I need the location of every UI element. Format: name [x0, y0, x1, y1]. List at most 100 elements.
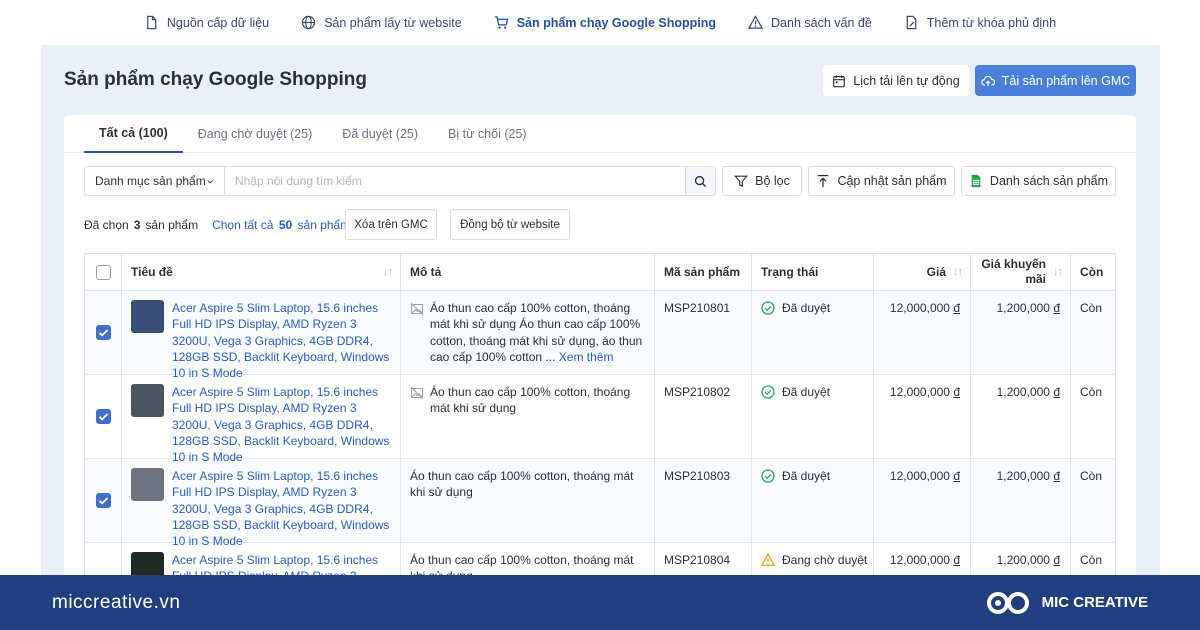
filter-button[interactable]: Bộ lọc [722, 166, 802, 196]
products-table: Tiêu đề ↓↑ Mô tả Mã sản phẩm Trạng thái G… [84, 253, 1116, 585]
tab-rejected[interactable]: Bị từ chối (25) [433, 115, 542, 153]
search-button[interactable] [685, 167, 715, 195]
category-select[interactable]: Danh mục sản phẩm [85, 167, 225, 195]
sync-from-website-button[interactable]: Đồng bộ từ website [450, 209, 570, 240]
nav-item-issues[interactable]: Danh sách vấn đề [732, 0, 888, 45]
currency-symbol: đ [953, 385, 960, 399]
footer-site: miccreative.vn [52, 591, 181, 613]
spreadsheet-icon [971, 174, 981, 188]
status-cell: Đã duyệt [752, 291, 874, 374]
sale-price-cell: 1,200,000 đ [971, 459, 1071, 542]
sku-cell: MSP210803 [655, 459, 752, 542]
footer-brand-name: MIC CREATIVE [1041, 594, 1148, 611]
price-cell: 12,000,000 đ [874, 291, 971, 374]
calendar-icon [833, 74, 846, 87]
nav-item-negative-keywords[interactable]: Thêm từ khóa phủ định [888, 0, 1072, 45]
product-title-link[interactable]: Acer Aspire 5 Slim Laptop, 15.6 inches F… [172, 468, 391, 549]
product-sku: MSP210802 [664, 385, 731, 399]
currency-symbol: đ [1053, 553, 1060, 567]
currency-symbol: đ [953, 469, 960, 483]
search-bar: Danh mục sản phẩm [84, 166, 716, 196]
product-thumbnail[interactable] [131, 300, 164, 333]
auto-upload-schedule-button[interactable]: Lịch tải lên tự động [823, 65, 969, 96]
sort-icon[interactable]: ↓↑ [953, 266, 963, 278]
table-body: Acer Aspire 5 Slim Laptop, 15.6 inches F… [85, 291, 1115, 585]
top-navigation: Nguồn cấp dữ liệu Sản phẩm lấy từ websit… [0, 0, 1200, 45]
select-all-checkbox[interactable] [96, 265, 111, 280]
column-header-label: Trạng thái [761, 265, 819, 279]
column-header-price[interactable]: Giá ↓↑ [874, 254, 971, 290]
no-image-icon [410, 386, 424, 400]
filter-label: Bộ lọc [755, 174, 790, 188]
product-price: 12,000,000 [889, 385, 950, 399]
sale-price-cell: 1,200,000 đ [971, 291, 1071, 374]
column-header-title[interactable]: Tiêu đề ↓↑ [122, 254, 401, 290]
approved-check-icon [761, 385, 775, 399]
product-stock: Còn [1080, 301, 1103, 315]
nav-item-google-shopping[interactable]: Sản phẩm chạy Google Shopping [478, 0, 732, 45]
table-row[interactable]: Acer Aspire 5 Slim Laptop, 15.6 inches F… [85, 459, 1115, 548]
sku-cell: MSP210802 [655, 375, 752, 458]
currency-symbol: đ [953, 553, 960, 567]
title-cell: Acer Aspire 5 Slim Laptop, 15.6 inches F… [122, 459, 401, 548]
nav-item-label: Sản phẩm lấy từ website [324, 15, 462, 30]
status-cell: Đã duyệt [752, 375, 874, 458]
product-list-button[interactable]: Danh sách sản phẩm [961, 166, 1116, 196]
update-products-button[interactable]: Cập nhật sản phẩm [808, 166, 955, 196]
column-header-description: Mô tả [401, 254, 655, 290]
product-title-link[interactable]: Acer Aspire 5 Slim Laptop, 15.6 inches F… [172, 384, 391, 465]
status-tabs: Tất cả (100) Đang chờ duyệt (25) Đã duyệ… [64, 115, 1136, 153]
sort-icon[interactable]: ↓↑ [383, 266, 393, 278]
checkmark-icon [98, 497, 109, 505]
currency-symbol: đ [1053, 301, 1060, 315]
product-thumbnail[interactable] [131, 384, 164, 417]
status-cell: Đã duyệt [752, 459, 874, 542]
currency-symbol: đ [1053, 469, 1060, 483]
column-header-label: Giá khuyến mãi [981, 257, 1046, 286]
tab-pending[interactable]: Đang chờ duyệt (25) [183, 115, 328, 153]
column-header-status: Trạng thái [752, 254, 874, 290]
row-checkbox[interactable] [96, 409, 111, 424]
title-cell: Acer Aspire 5 Slim Laptop, 15.6 inches F… [122, 375, 401, 464]
tab-all[interactable]: Tất cả (100) [84, 115, 183, 153]
nav-item-label: Sản phẩm chạy Google Shopping [516, 15, 717, 30]
upload-to-gmc-label: Tải sản phẩm lên GMC [1001, 73, 1131, 88]
sale-price-cell: 1,200,000 đ [971, 375, 1071, 458]
row-checkbox[interactable] [96, 325, 111, 340]
column-header-label: Mô tả [410, 265, 442, 279]
row-checkbox[interactable] [96, 493, 111, 508]
table-row[interactable]: Acer Aspire 5 Slim Laptop, 15.6 inches F… [85, 291, 1115, 380]
nav-item-website-products[interactable]: Sản phẩm lấy từ website [285, 0, 478, 45]
tab-approved[interactable]: Đã duyệt (25) [327, 115, 433, 153]
table-header: Tiêu đề ↓↑ Mô tả Mã sản phẩm Trạng thái G… [85, 254, 1115, 291]
select-all-link[interactable]: Chọn tất cả 50 sản phẩm [212, 218, 350, 232]
selection-prefix: Đã chọn [84, 217, 129, 232]
sort-icon[interactable]: ↓↑ [1053, 266, 1063, 278]
main-panel: Sản phẩm chạy Google Shopping Lịch tải l… [41, 45, 1160, 585]
description-cell: Áo thun cao cấp 100% cotton, thoáng mát … [401, 375, 655, 458]
footer-brand: MIC CREATIVE [986, 590, 1148, 616]
product-stock: Còn [1080, 385, 1103, 399]
product-sale-price: 1,200,000 [996, 553, 1050, 567]
document-icon [147, 15, 157, 30]
selection-count: 3 [133, 217, 141, 232]
upload-to-gmc-button[interactable]: Tải sản phẩm lên GMC [975, 65, 1136, 96]
stock-cell: Còn [1071, 375, 1115, 458]
search-input[interactable] [225, 167, 685, 195]
status-badge: Đã duyệt [782, 469, 831, 483]
column-header-label: Còn [1080, 265, 1104, 279]
column-header-sale-price[interactable]: Giá khuyến mãi ↓↑ [971, 254, 1071, 290]
product-price: 12,000,000 [889, 469, 950, 483]
product-title-link[interactable]: Acer Aspire 5 Slim Laptop, 15.6 inches F… [172, 300, 391, 381]
status-badge: Đã duyệt [782, 301, 831, 315]
product-thumbnail[interactable] [131, 468, 164, 501]
product-description: Áo thun cao cấp 100% cotton, thoáng mát … [410, 469, 634, 500]
warning-icon [748, 15, 764, 29]
delete-on-gmc-button[interactable]: Xóa trên GMC [345, 209, 437, 240]
page-title: Sản phẩm chạy Google Shopping [64, 69, 367, 90]
table-row[interactable]: Acer Aspire 5 Slim Laptop, 15.6 inches F… [85, 375, 1115, 464]
nav-item-data-feed[interactable]: Nguồn cấp dữ liệu [128, 0, 285, 45]
see-more-link[interactable]: Xem thêm [559, 350, 614, 364]
column-header-sku: Mã sản phẩm [655, 254, 752, 290]
checkmark-icon [98, 329, 109, 337]
